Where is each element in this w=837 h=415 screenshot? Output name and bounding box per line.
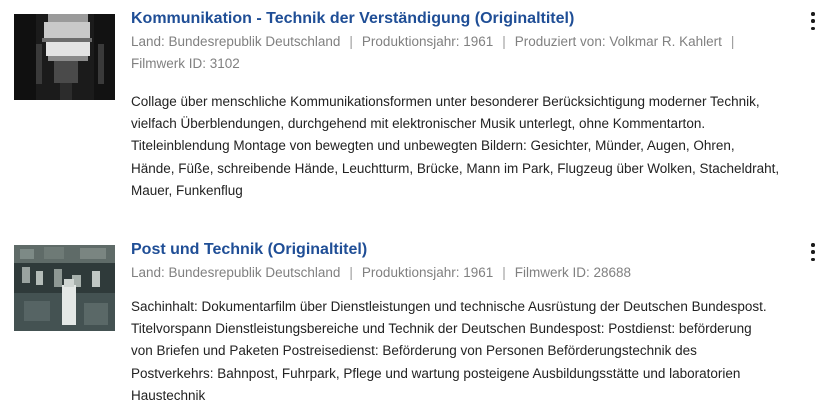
meta-separator: | (730, 34, 735, 49)
meta-filmwerk-id: Filmwerk ID: 3102 (131, 56, 240, 71)
description-line: Haustechnik (131, 387, 206, 403)
result-metadata: Land: Bundesrepublik Deutschland | Produkt… (131, 262, 806, 284)
meta-country: Land: Bundesrepublik Deutschland (131, 34, 341, 49)
meta-production-year: Produktionsjahr: 1961 (361, 34, 494, 49)
description-line: von Briefen und Paketen Postreisedienst:… (131, 343, 697, 359)
description-line: vielfach Überblendungen, durchgehend mit… (131, 116, 706, 132)
result-description: Collage über menschliche Kommunikationsf… (131, 91, 806, 202)
result-title-link[interactable]: Post und Technik (Originaltitel) (131, 240, 806, 260)
film-thumbnail[interactable] (14, 245, 115, 331)
meta-production-year: Produktionsjahr: 1961 (361, 265, 494, 280)
result-item: Kommunikation - Technik der Verständigun… (0, 0, 837, 200)
meta-producer: Produziert von: Volkmar R. Kahlert (514, 34, 722, 49)
result-description: Sachinhalt: Dokumentarfilm über Dienstle… (131, 296, 806, 407)
description-line: Titeleinblendung Montage von bewegten un… (131, 138, 735, 154)
description-line: Postverkehrs: Bahnpost, Fuhrpark, Pflege… (131, 365, 741, 381)
meta-separator: | (349, 265, 353, 280)
meta-separator: | (502, 34, 506, 49)
meta-separator: | (502, 265, 506, 280)
description-line: Mauer, Funkenflug (131, 182, 243, 198)
description-line: Sachinhalt: Dokumentarfilm über Dienstle… (131, 299, 767, 314)
description-line: Titelvorspann Dienstleistungsbereiche un… (131, 321, 752, 337)
film-still-image (14, 245, 115, 331)
meta-country: Land: Bundesrepublik Deutschland (131, 265, 341, 280)
meta-separator: | (349, 34, 353, 49)
film-still-image (14, 14, 115, 100)
result-metadata: Land: Bundesrepublik Deutschland | Produkt… (131, 31, 806, 75)
meta-filmwerk-id: Filmwerk ID: 28688 (514, 265, 632, 280)
description-line: Hände, Füße, schreibende Hände, Leuchttu… (131, 160, 780, 176)
description-line: Collage über menschliche Kommunikationsf… (131, 94, 760, 109)
more-vertical-icon[interactable] (808, 243, 818, 261)
result-title-link[interactable]: Kommunikation - Technik der Verständigun… (131, 9, 806, 29)
result-item: Post und Technik (Originaltitel) Land: B… (0, 230, 837, 415)
more-vertical-icon[interactable] (808, 12, 818, 30)
film-thumbnail[interactable] (14, 14, 115, 100)
